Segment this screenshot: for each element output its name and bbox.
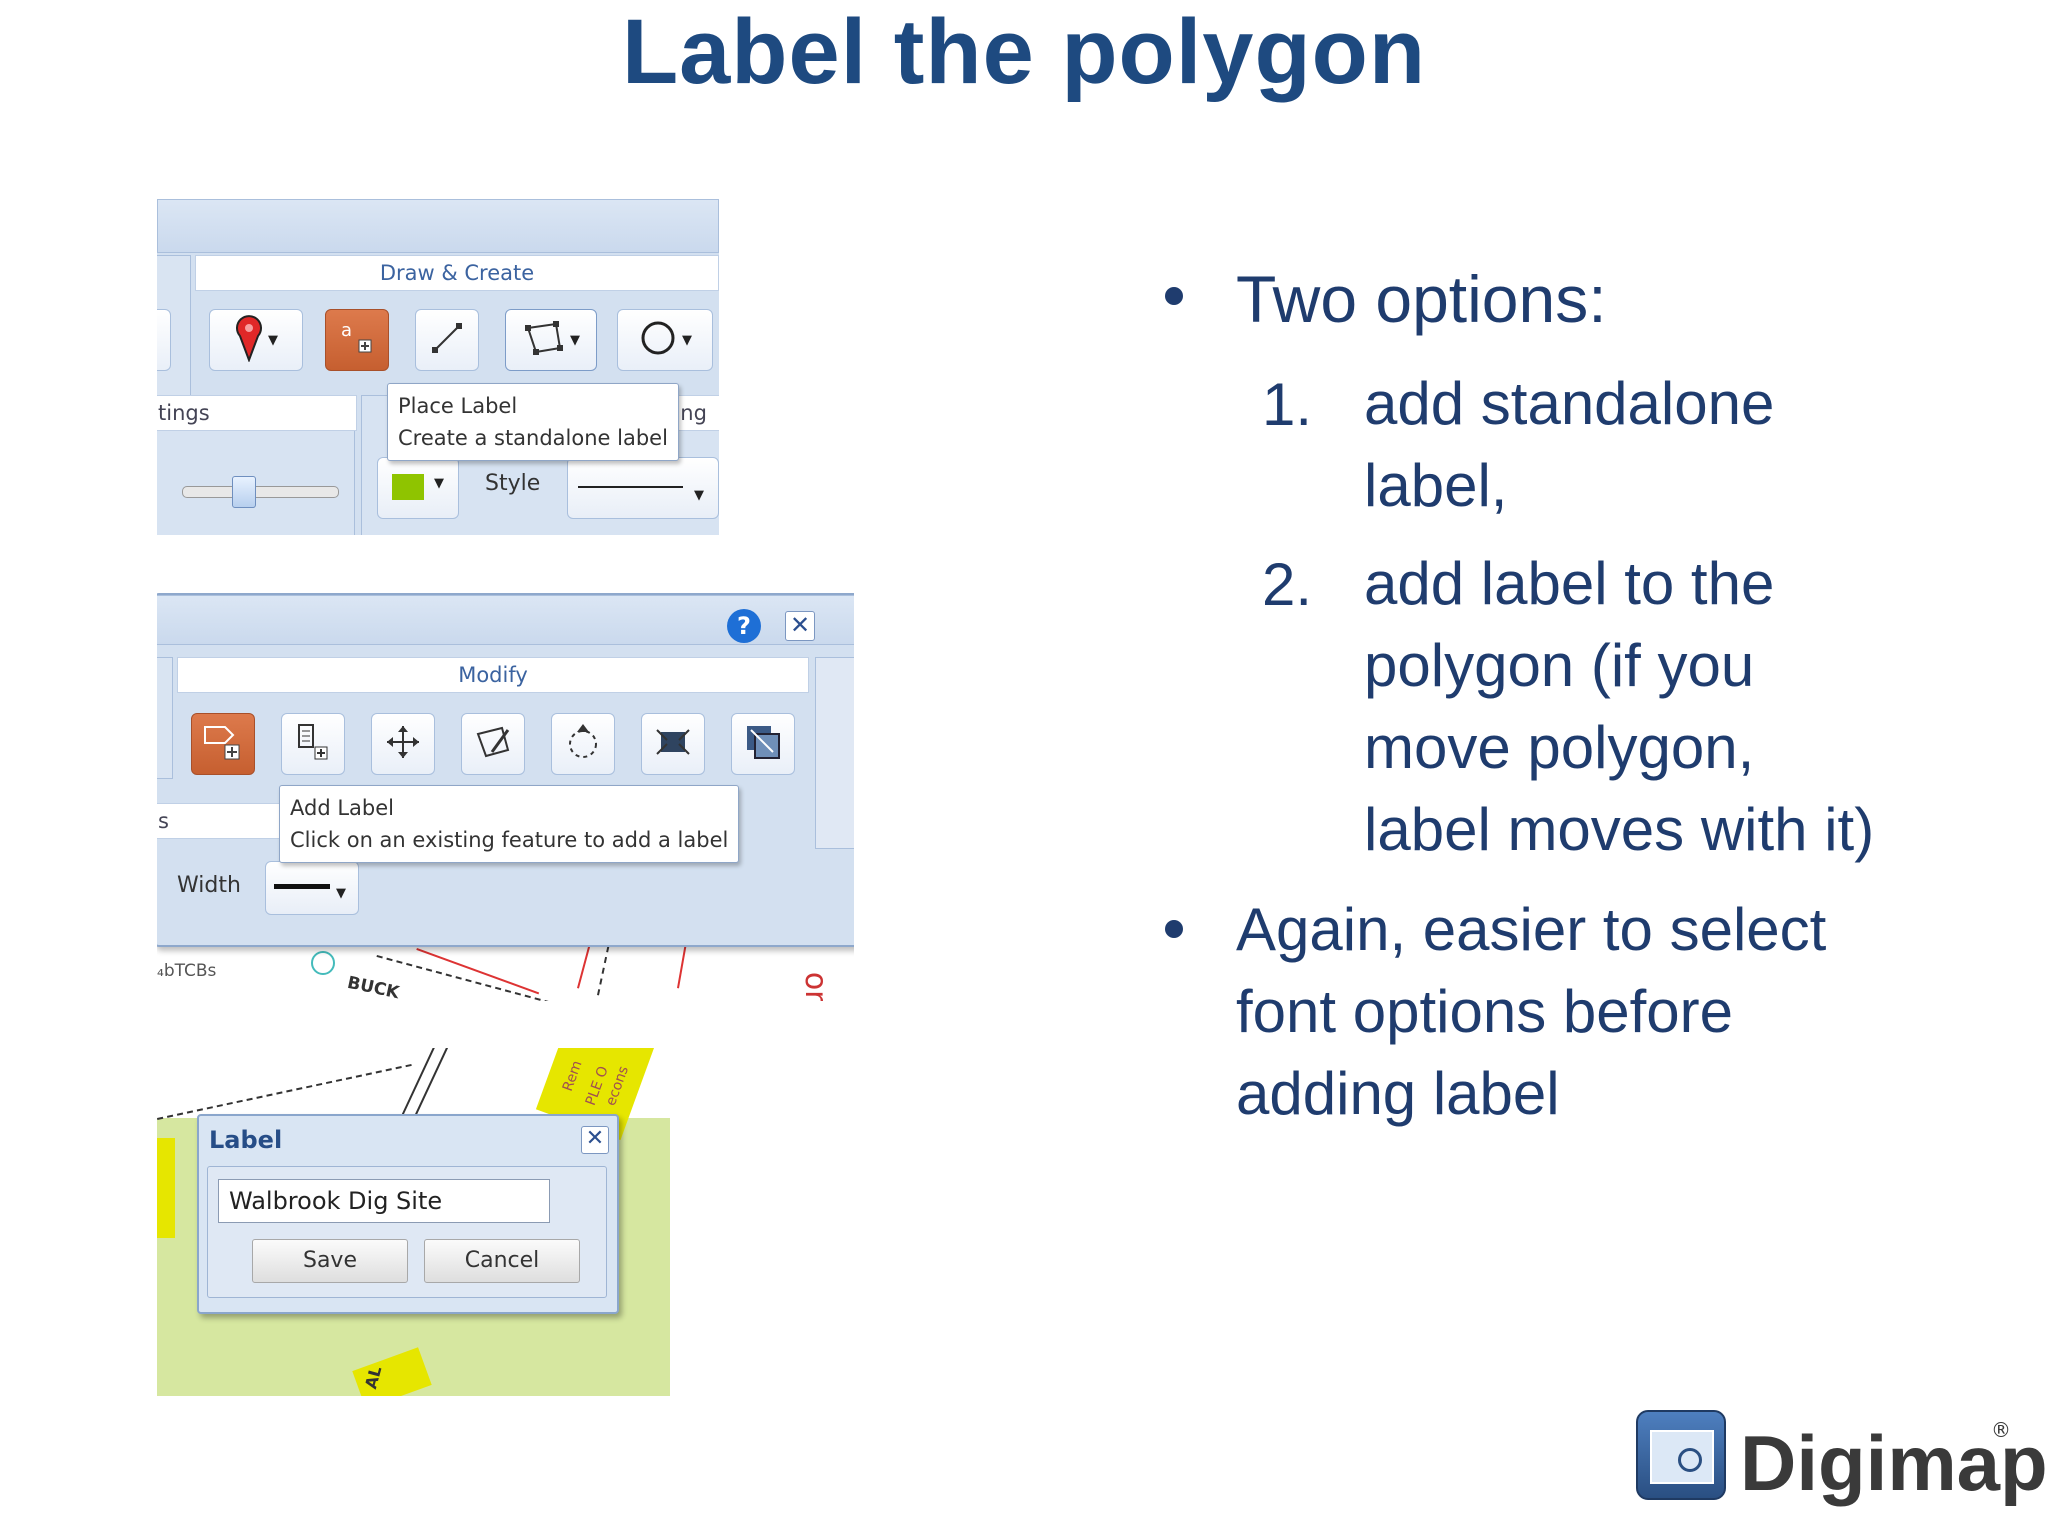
group-title-partial: s bbox=[157, 803, 289, 839]
partial-button[interactable] bbox=[157, 309, 171, 371]
svg-text:a: a bbox=[341, 320, 352, 341]
place-label-icon: a bbox=[337, 318, 377, 362]
cut-feature-button[interactable] bbox=[641, 713, 705, 775]
save-button[interactable]: Save bbox=[252, 1239, 408, 1283]
line-style-preview bbox=[578, 486, 683, 488]
add-label-tag-icon bbox=[201, 721, 245, 767]
rotate-icon bbox=[563, 722, 603, 766]
chevron-down-icon: ▼ bbox=[434, 476, 444, 491]
resize-feature-button[interactable] bbox=[731, 713, 795, 775]
draw-circle-button[interactable]: ▼ bbox=[617, 309, 713, 371]
draw-create-screenshot: Draw & Create ▼ a ▼ ▼ tings tting ▼ Styl… bbox=[157, 199, 719, 535]
edit-polygon-icon bbox=[472, 722, 514, 766]
right-ribbon-edge bbox=[815, 657, 854, 849]
close-icon[interactable]: ✕ bbox=[581, 1126, 609, 1154]
resize-icon bbox=[743, 722, 783, 766]
place-label-tooltip: Place Label Create a standalone label bbox=[387, 383, 679, 461]
modify-screenshot: ₄bTCBs BUCK on ? ✕ Modify s Width ▼ Add … bbox=[157, 593, 854, 1001]
opacity-slider-track[interactable] bbox=[182, 486, 339, 498]
document-add-icon bbox=[293, 721, 333, 767]
dialog-title: Label bbox=[209, 1126, 283, 1154]
option-1-line-1: add standalone bbox=[1364, 370, 1775, 437]
tooltip-description: Create a standalone label bbox=[398, 426, 668, 450]
chevron-down-icon: ▼ bbox=[336, 886, 346, 901]
map-pin-icon bbox=[234, 314, 264, 366]
dialog-body: Walbrook Dig Site Save Cancel bbox=[207, 1166, 607, 1298]
map-yellow-area bbox=[157, 1138, 175, 1238]
option-1-line-2: label, bbox=[1364, 452, 1508, 519]
move-arrows-icon bbox=[383, 722, 423, 766]
line-style-dropdown[interactable]: ▼ bbox=[567, 457, 719, 519]
label-dialog: Label ✕ Walbrook Dig Site Save Cancel bbox=[197, 1114, 619, 1314]
label-dialog-screenshot: Rem PLE O econs AL Label ✕ Walbrook Dig … bbox=[157, 1048, 670, 1396]
group-title-settings-partial: tings bbox=[157, 395, 357, 431]
move-feature-button[interactable] bbox=[371, 713, 435, 775]
bullet-two-options: Two options: bbox=[1236, 262, 1607, 336]
chevron-down-icon: ▼ bbox=[694, 488, 704, 503]
add-attribute-button[interactable] bbox=[281, 713, 345, 775]
cancel-button[interactable]: Cancel bbox=[424, 1239, 580, 1283]
map-dashed-line bbox=[376, 955, 561, 1001]
magnifier-icon bbox=[1678, 1448, 1702, 1472]
option-1-number: 1. bbox=[1262, 371, 1313, 438]
cut-shape-icon bbox=[653, 722, 693, 766]
tooltip-title: Add Label bbox=[290, 796, 394, 820]
close-icon[interactable]: ✕ bbox=[785, 611, 815, 641]
bullet-again-line-1: Again, easier to select bbox=[1236, 896, 1827, 963]
help-icon[interactable]: ? bbox=[727, 609, 761, 643]
line-width-dropdown[interactable]: ▼ bbox=[265, 861, 359, 915]
color-swatch bbox=[392, 474, 424, 500]
fill-color-picker[interactable]: ▼ bbox=[377, 457, 459, 519]
line-icon bbox=[427, 318, 467, 362]
width-label: Width bbox=[177, 873, 241, 898]
draw-polygon-button[interactable]: ▼ bbox=[505, 309, 597, 371]
place-label-button[interactable]: a bbox=[325, 309, 389, 371]
polygon-icon bbox=[522, 318, 566, 362]
digimap-logo-icon bbox=[1636, 1410, 1726, 1500]
option-2-line-4: label moves with it) bbox=[1364, 796, 1875, 863]
add-label-button[interactable] bbox=[191, 713, 255, 775]
circle-icon bbox=[638, 318, 678, 362]
opacity-slider-handle[interactable] bbox=[232, 476, 256, 508]
tooltip-title: Place Label bbox=[398, 394, 518, 418]
chevron-down-icon: ▼ bbox=[570, 332, 580, 348]
line-width-preview bbox=[274, 884, 330, 889]
option-2-line-3: move polygon, bbox=[1364, 714, 1755, 781]
slide-title: Label the polygon bbox=[621, 1, 1427, 103]
draw-line-button[interactable] bbox=[415, 309, 479, 371]
rotate-feature-button[interactable] bbox=[551, 713, 615, 775]
map-text: ₄bTCBs bbox=[157, 961, 217, 981]
left-ribbon-edge bbox=[157, 657, 173, 779]
bullet-marker bbox=[1165, 920, 1183, 938]
add-label-tooltip: Add Label Click on an existing feature t… bbox=[279, 785, 740, 863]
group-title-draw-create: Draw & Create bbox=[195, 255, 719, 291]
bullet-marker bbox=[1165, 287, 1183, 305]
marker-tool-button[interactable]: ▼ bbox=[209, 309, 303, 371]
bullet-again-line-2: font options before bbox=[1236, 978, 1734, 1045]
option-2-number: 2. bbox=[1262, 551, 1313, 618]
chevron-down-icon: ▼ bbox=[682, 332, 692, 348]
option-2-line-1: add label to the bbox=[1364, 550, 1775, 617]
tooltip-description: Click on an existing feature to add a la… bbox=[290, 828, 729, 852]
style-label: Style bbox=[485, 471, 541, 496]
map-symbol bbox=[311, 951, 335, 975]
chevron-down-icon: ▼ bbox=[268, 332, 278, 348]
bullet-again-line-3: adding label bbox=[1236, 1060, 1560, 1127]
edit-vertices-button[interactable] bbox=[461, 713, 525, 775]
label-text-input[interactable]: Walbrook Dig Site bbox=[218, 1179, 550, 1223]
map-text: on bbox=[798, 971, 834, 1001]
registered-mark: ® bbox=[1991, 1418, 2011, 1442]
option-2-line-2: polygon (if you bbox=[1364, 632, 1755, 699]
map-dashed-line bbox=[597, 946, 610, 996]
map-text: BUCK bbox=[345, 972, 401, 1001]
ribbon-header bbox=[157, 199, 719, 253]
group-title-modify: Modify bbox=[177, 657, 809, 693]
